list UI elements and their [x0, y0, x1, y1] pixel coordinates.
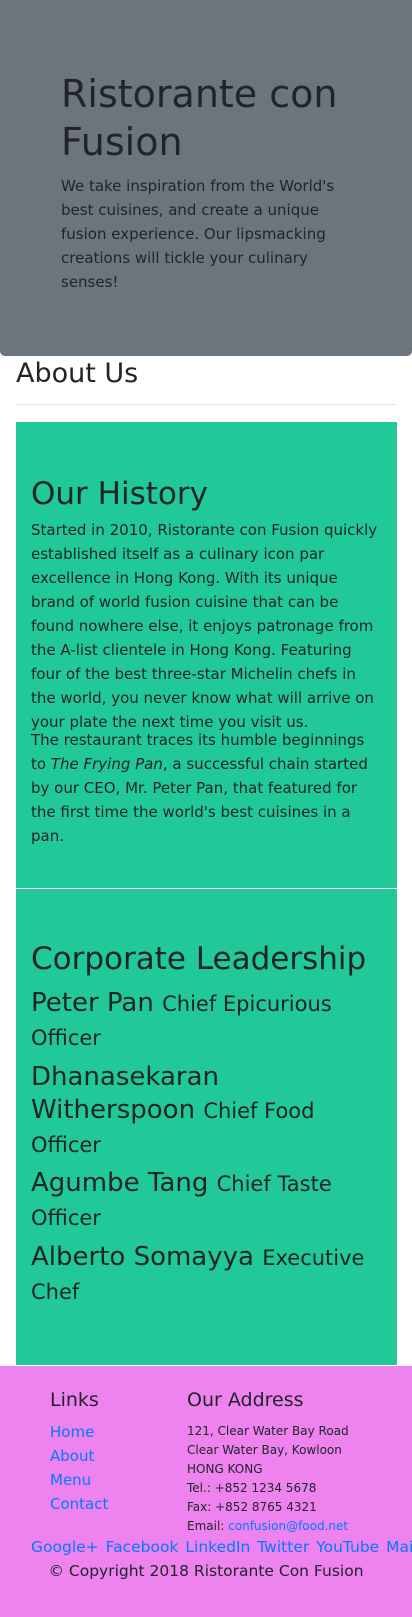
social-link-youtube[interactable]: YouTube — [316, 1538, 379, 1556]
leader-name: Dhanasekaran Witherspoon — [31, 1062, 220, 1125]
leadership-card: Corporate Leadership Peter Pan Chief Epi… — [16, 889, 397, 1365]
about-divider — [16, 404, 396, 405]
social-link-google-plus[interactable]: Google+ — [31, 1538, 99, 1556]
leader-alberto-somayya: Alberto Somayya Executive Chef — [31, 1241, 376, 1309]
social-link-facebook[interactable]: Facebook — [106, 1538, 179, 1556]
history-paragraph-2: The restaurant traces its humble beginni… — [31, 728, 383, 848]
footer-link-about[interactable]: About — [50, 1446, 94, 1466]
leader-peter-pan: Peter Pan Chief Epicurious Officer — [31, 987, 376, 1055]
address-street: 121, Clear Water Bay Road — [187, 1424, 349, 1438]
email-link[interactable]: confusion@food.net — [228, 1519, 348, 1533]
address-email: Email: confusion@food.net — [187, 1517, 348, 1535]
email-label: Email: — [187, 1519, 229, 1533]
history-card: Our History Started in 2010, Ristorante … — [16, 422, 397, 888]
social-link-linkedin[interactable]: LinkedIn — [185, 1538, 250, 1556]
site-footer: Links Home About Menu Contact Our Addres… — [0, 1366, 412, 1617]
social-links: Google+ Facebook LinkedIn Twitter YouTub… — [31, 1536, 412, 1558]
footer-link-contact[interactable]: Contact — [50, 1494, 108, 1514]
address-fax: Fax: +852 8765 4321 — [187, 1500, 317, 1514]
leader-dhanasekaran-witherspoon: Dhanasekaran Witherspoon Chief Food Offi… — [31, 1061, 376, 1162]
jumbotron-hero: Ristorante con Fusion We take inspiratio… — [0, 0, 412, 356]
hero-title: Ristorante con Fusion — [61, 72, 338, 164]
social-link-mail[interactable]: Mail — [386, 1538, 412, 1556]
social-link-twitter[interactable]: Twitter — [257, 1538, 309, 1556]
about-us-heading: About Us — [16, 358, 139, 389]
footer-address-heading: Our Address — [187, 1389, 304, 1411]
copyright-text: © Copyright 2018 Ristorante Con Fusion — [48, 1562, 364, 1580]
address-city: HONG KONG — [187, 1462, 263, 1476]
leader-agumbe-tang: Agumbe Tang Chief Taste Officer — [31, 1167, 376, 1235]
hero-description: We take inspiration from the World's bes… — [61, 177, 335, 291]
leadership-title: Corporate Leadership — [31, 941, 367, 977]
frying-pan-italic: The Frying Pan — [50, 755, 163, 773]
footer-links-heading: Links — [50, 1389, 99, 1411]
leader-name: Agumbe Tang — [31, 1168, 209, 1198]
footer-link-home[interactable]: Home — [50, 1422, 94, 1442]
leader-name: Peter Pan — [31, 988, 154, 1018]
history-paragraph-1: Started in 2010, Ristorante con Fusion q… — [31, 521, 378, 731]
footer-link-menu[interactable]: Menu — [50, 1470, 91, 1490]
address-area: Clear Water Bay, Kowloon — [187, 1443, 342, 1457]
address-tel: Tel.: +852 1234 5678 — [187, 1481, 317, 1495]
leader-name: Alberto Somayya — [31, 1242, 254, 1272]
history-title: Our History — [31, 476, 208, 512]
